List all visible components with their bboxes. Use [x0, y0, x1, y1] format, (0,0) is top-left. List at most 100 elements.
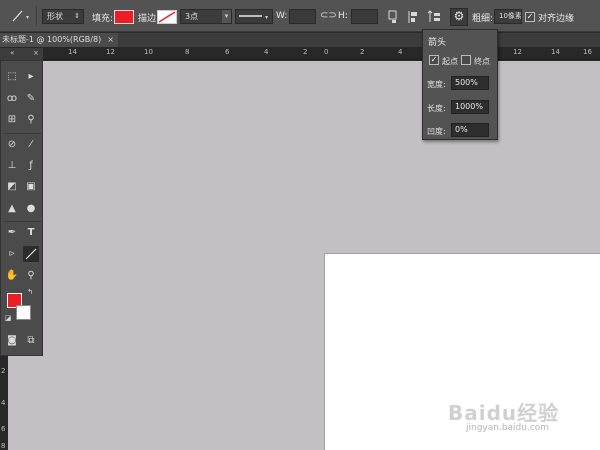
- ruler-label: 8: [185, 48, 190, 56]
- start-checkbox[interactable]: ✓: [429, 55, 439, 65]
- healing-brush-tool-icon[interactable]: ⊘: [4, 137, 20, 153]
- watermark-url: jingyan.baidu.com: [466, 423, 550, 433]
- ruler-label: 2: [1, 367, 6, 375]
- eraser-tool-icon[interactable]: ◩: [4, 179, 20, 195]
- gradient-tool-icon[interactable]: ▣: [23, 179, 39, 195]
- brush-tool-icon[interactable]: ⁄: [23, 137, 39, 153]
- arrow-width-value: 500%: [455, 78, 478, 87]
- path-selection-tool-icon[interactable]: ▹: [4, 246, 20, 262]
- document-tab-bar: 未标题-1 @ 100%(RGB/8) ×: [0, 33, 600, 47]
- weight-label: 粗细:: [472, 14, 494, 24]
- height-field[interactable]: [351, 9, 378, 24]
- watermark-logo: Baidu经验: [448, 401, 560, 425]
- stroke-width-select[interactable]: 3点 ▾: [180, 9, 232, 24]
- ruler-label: 16: [583, 48, 592, 56]
- crop-tool-icon[interactable]: ⊞: [4, 112, 20, 128]
- stroke-label: 描边:: [138, 14, 160, 24]
- ruler-label: 6: [1, 425, 6, 433]
- eyedropper-tool-icon[interactable]: ⚲: [23, 112, 39, 128]
- ruler-label: 2: [360, 48, 365, 56]
- clone-stamp-tool-icon[interactable]: ⊥: [4, 158, 20, 174]
- document-tab-title: 未标题-1 @ 100%(RGB/8): [2, 35, 102, 44]
- stroke-color-swatch[interactable]: [157, 10, 177, 24]
- dodge-tool-icon[interactable]: ●: [23, 201, 39, 217]
- ruler-label: 4: [398, 48, 403, 56]
- arrow-concavity-value: 0%: [455, 125, 468, 134]
- svg-text:▾: ▾: [26, 14, 29, 21]
- popup-title: 箭头: [428, 38, 447, 48]
- screen-mode-icon[interactable]: ⧉: [23, 333, 39, 349]
- swap-colors-icon[interactable]: ↰: [25, 287, 35, 297]
- line-tool-preset-icon[interactable]: ▾: [10, 9, 32, 26]
- separator: [4, 133, 41, 134]
- collapse-icon[interactable]: «: [10, 49, 14, 57]
- ruler-label: 8: [1, 442, 6, 450]
- lasso-tool-icon[interactable]: ꝏ: [4, 91, 20, 107]
- arrow-concavity-field[interactable]: 0%: [451, 123, 489, 137]
- tools-panel-header: « ×: [0, 48, 43, 60]
- ruler-label: 0: [324, 48, 329, 56]
- close-icon[interactable]: ×: [107, 35, 114, 44]
- path-alignment-icon[interactable]: [406, 9, 420, 28]
- arrow-length-field[interactable]: 1000%: [451, 100, 489, 114]
- document-tab[interactable]: 未标题-1 @ 100%(RGB/8) ×: [0, 33, 118, 47]
- weight-value: 10像素: [499, 12, 522, 20]
- history-brush-tool-icon[interactable]: ƒ: [23, 158, 39, 174]
- ruler-label: 10: [144, 48, 153, 56]
- concavity-label: 凹度:: [427, 127, 446, 136]
- width-field[interactable]: [289, 9, 316, 24]
- end-label: 终点: [474, 57, 490, 66]
- width-label: W:: [276, 11, 288, 21]
- stroke-type-select[interactable]: ▾: [235, 9, 273, 24]
- pen-tool-icon[interactable]: ✒: [4, 225, 20, 241]
- type-tool-icon[interactable]: T: [23, 225, 39, 241]
- ruler-label: 12: [106, 48, 115, 56]
- height-label: H:: [338, 11, 348, 21]
- quick-selection-tool-icon[interactable]: ✎: [23, 91, 39, 107]
- quick-mask-icon[interactable]: ◙: [4, 333, 20, 349]
- link-icon[interactable]: ⊂⊃: [320, 10, 337, 21]
- separator: [4, 221, 41, 222]
- fill-color-swatch[interactable]: [114, 10, 134, 24]
- align-edges-label: 对齐边缘: [538, 14, 575, 24]
- gear-icon[interactable]: ⚙: [450, 8, 468, 26]
- zoom-tool-icon[interactable]: ⚲: [23, 268, 39, 284]
- width-label: 宽度:: [427, 80, 446, 89]
- path-arrangement-icon[interactable]: [426, 8, 442, 29]
- weight-field[interactable]: 10像素: [494, 9, 522, 24]
- move-tool-icon[interactable]: ▸: [23, 69, 39, 85]
- arrow-length-value: 1000%: [455, 102, 483, 111]
- tool-mode-select[interactable]: 形状 ⇕: [42, 9, 84, 24]
- horizontal-ruler: 14 12 10 8 6 4 2 0 2 4 6 12 14 16: [8, 47, 600, 60]
- fill-label: 填充:: [92, 14, 114, 24]
- path-operations-icon[interactable]: [386, 9, 400, 28]
- ruler-label: 12: [513, 48, 522, 56]
- blur-tool-icon[interactable]: ▲: [4, 201, 20, 217]
- ruler-label: 14: [68, 48, 77, 56]
- align-edges-checkbox[interactable]: ✓: [525, 12, 535, 22]
- watermark: Baidu经验 jingyan.baidu.com: [448, 393, 598, 443]
- chevron-down-icon: ⇕: [74, 12, 80, 20]
- options-bar: ▾ 形状 ⇕ 填充: 描边: 3点 ▾ ▾ W: ⊂⊃ H: ⚙ 粗细: 10像…: [0, 0, 600, 32]
- ruler-label: 2: [303, 48, 308, 56]
- ruler-label: 4: [1, 399, 6, 407]
- end-checkbox[interactable]: [461, 55, 471, 65]
- chevron-down-icon: ▾: [222, 10, 231, 23]
- ruler-label: 6: [225, 48, 230, 56]
- length-label: 长度:: [427, 104, 446, 113]
- separator: [36, 6, 37, 26]
- background-color-swatch[interactable]: [16, 305, 31, 320]
- close-icon[interactable]: ×: [33, 49, 39, 57]
- arrowheads-popup: 箭头 ✓ 起点 终点 宽度: 500% 长度: 1000% 凹度: 0%: [422, 29, 498, 140]
- hand-tool-icon[interactable]: ✋: [4, 268, 20, 284]
- line-tool-icon[interactable]: [23, 246, 39, 262]
- ruler-label: 14: [551, 48, 560, 56]
- tools-panel: ⬚ ▸ ꝏ ✎ ⊞ ⚲ ⊘ ⁄ ⊥ ƒ ◩ ▣ ▲ ● ✒ T ▹ ✋ ⚲ ↰ …: [0, 60, 43, 356]
- arrow-width-field[interactable]: 500%: [451, 76, 489, 90]
- marquee-tool-icon[interactable]: ⬚: [4, 69, 20, 85]
- default-colors-icon[interactable]: ◪: [3, 313, 13, 323]
- tool-mode-value: 形状: [47, 12, 63, 21]
- svg-text:▾: ▾: [265, 14, 268, 21]
- start-label: 起点: [442, 57, 458, 66]
- ruler-label: 4: [264, 48, 269, 56]
